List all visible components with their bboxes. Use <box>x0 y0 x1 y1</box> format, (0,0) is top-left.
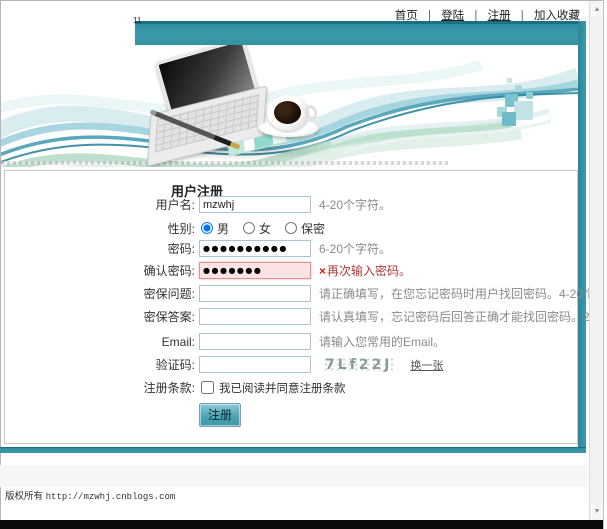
confirm-password-label: 确认密码: <box>5 262 195 279</box>
vertical-scrollbar[interactable]: ▲ ▼ <box>589 1 603 520</box>
scroll-up-icon[interactable]: ▲ <box>591 3 603 16</box>
security-question-hint: 请正确填写，在您忘记密码时用户找回密码。4-20个字符。 <box>319 285 607 302</box>
security-answer-hint: 请认真填写，忘记密码后回答正确才能找回密码。2-20个字符。 <box>319 308 607 325</box>
confirm-password-error: ×再次输入密码。 <box>319 262 411 279</box>
copyright-text: 版权所有 http://mzwhj.cnblogs.com <box>5 488 175 502</box>
registration-form: 用户注册 用户名: 4-20个字符。 性别: 男 女 保密 密码: 6-20个字… <box>4 170 578 444</box>
confirm-password-row: 确认密码: ×再次输入密码。 <box>5 262 577 279</box>
gender-label: 性别: <box>5 220 195 237</box>
scroll-down-icon[interactable]: ▼ <box>591 505 603 518</box>
banner-illustration <box>1 45 578 167</box>
header-teal-bar <box>135 21 586 46</box>
copyright-url: http://mzwhj.cnblogs.com <box>46 492 176 502</box>
email-input[interactable] <box>199 333 311 350</box>
footer-band <box>0 465 588 487</box>
username-input[interactable] <box>199 196 311 213</box>
password-label: 密码: <box>5 240 195 257</box>
right-teal-strip <box>578 21 586 453</box>
email-row: Email: 请输入您常用的Email。 <box>5 333 577 350</box>
password-row: 密码: 6-20个字符。 <box>5 240 577 257</box>
gender-radio-female[interactable] <box>243 222 255 234</box>
terms-label: 注册条款: <box>5 379 195 396</box>
captcha-image: 7Lf22J <box>323 357 394 373</box>
security-question-input[interactable] <box>199 285 311 302</box>
captcha-input[interactable] <box>199 356 311 373</box>
error-x-icon: × <box>319 264 326 278</box>
email-label: Email: <box>5 335 195 349</box>
email-hint: 请输入您常用的Email。 <box>319 333 445 350</box>
gender-radio-secret[interactable] <box>285 222 297 234</box>
window-right-edge <box>603 0 607 529</box>
security-answer-label: 密保答案: <box>5 308 195 325</box>
gender-radio-male[interactable] <box>201 222 213 234</box>
window-bottom-bar <box>0 520 607 529</box>
terms-checkbox[interactable] <box>201 381 214 394</box>
password-input[interactable] <box>199 240 311 257</box>
captcha-label: 验证码: <box>5 356 195 373</box>
username-hint: 4-20个字符。 <box>319 196 391 213</box>
gender-option-male[interactable]: 男 <box>217 220 229 237</box>
confirm-password-input[interactable] <box>199 262 311 279</box>
captcha-refresh-link[interactable]: 换一张 <box>410 357 443 373</box>
password-hint: 6-20个字符。 <box>319 240 391 257</box>
coffee-liquid <box>274 101 301 124</box>
security-answer-row: 密保答案: 请认真填写，忘记密码后回答正确才能找回密码。2-20个字符。 <box>5 308 577 325</box>
bottom-teal-bar <box>0 447 586 453</box>
gender-row: 性别: 男 女 保密 <box>5 220 577 236</box>
security-question-label: 密保问题: <box>5 285 195 302</box>
gender-option-secret[interactable]: 保密 <box>301 220 325 237</box>
security-answer-input[interactable] <box>199 308 311 325</box>
register-button[interactable]: 注册 <box>199 403 241 427</box>
header-artifact-text: 11 <box>133 16 141 25</box>
submit-row: 注册 <box>199 403 241 427</box>
captcha-row: 验证码: 7Lf22J 换一张 <box>5 356 577 373</box>
username-label: 用户名: <box>5 196 195 213</box>
laptop-and-coffee-illustration <box>131 47 341 167</box>
username-row: 用户名: 4-20个字符。 <box>5 196 577 213</box>
gender-option-female[interactable]: 女 <box>259 220 271 237</box>
security-question-row: 密保问题: 请正确填写，在您忘记密码时用户找回密码。4-20个字符。 <box>5 285 577 302</box>
terms-row: 注册条款: 我已阅读并同意注册条款 <box>5 380 577 395</box>
browser-page: 首页 | 登陆 | 注册 | 加入收藏 11 <box>0 0 607 529</box>
terms-text[interactable]: 我已阅读并同意注册条款 <box>219 380 346 396</box>
